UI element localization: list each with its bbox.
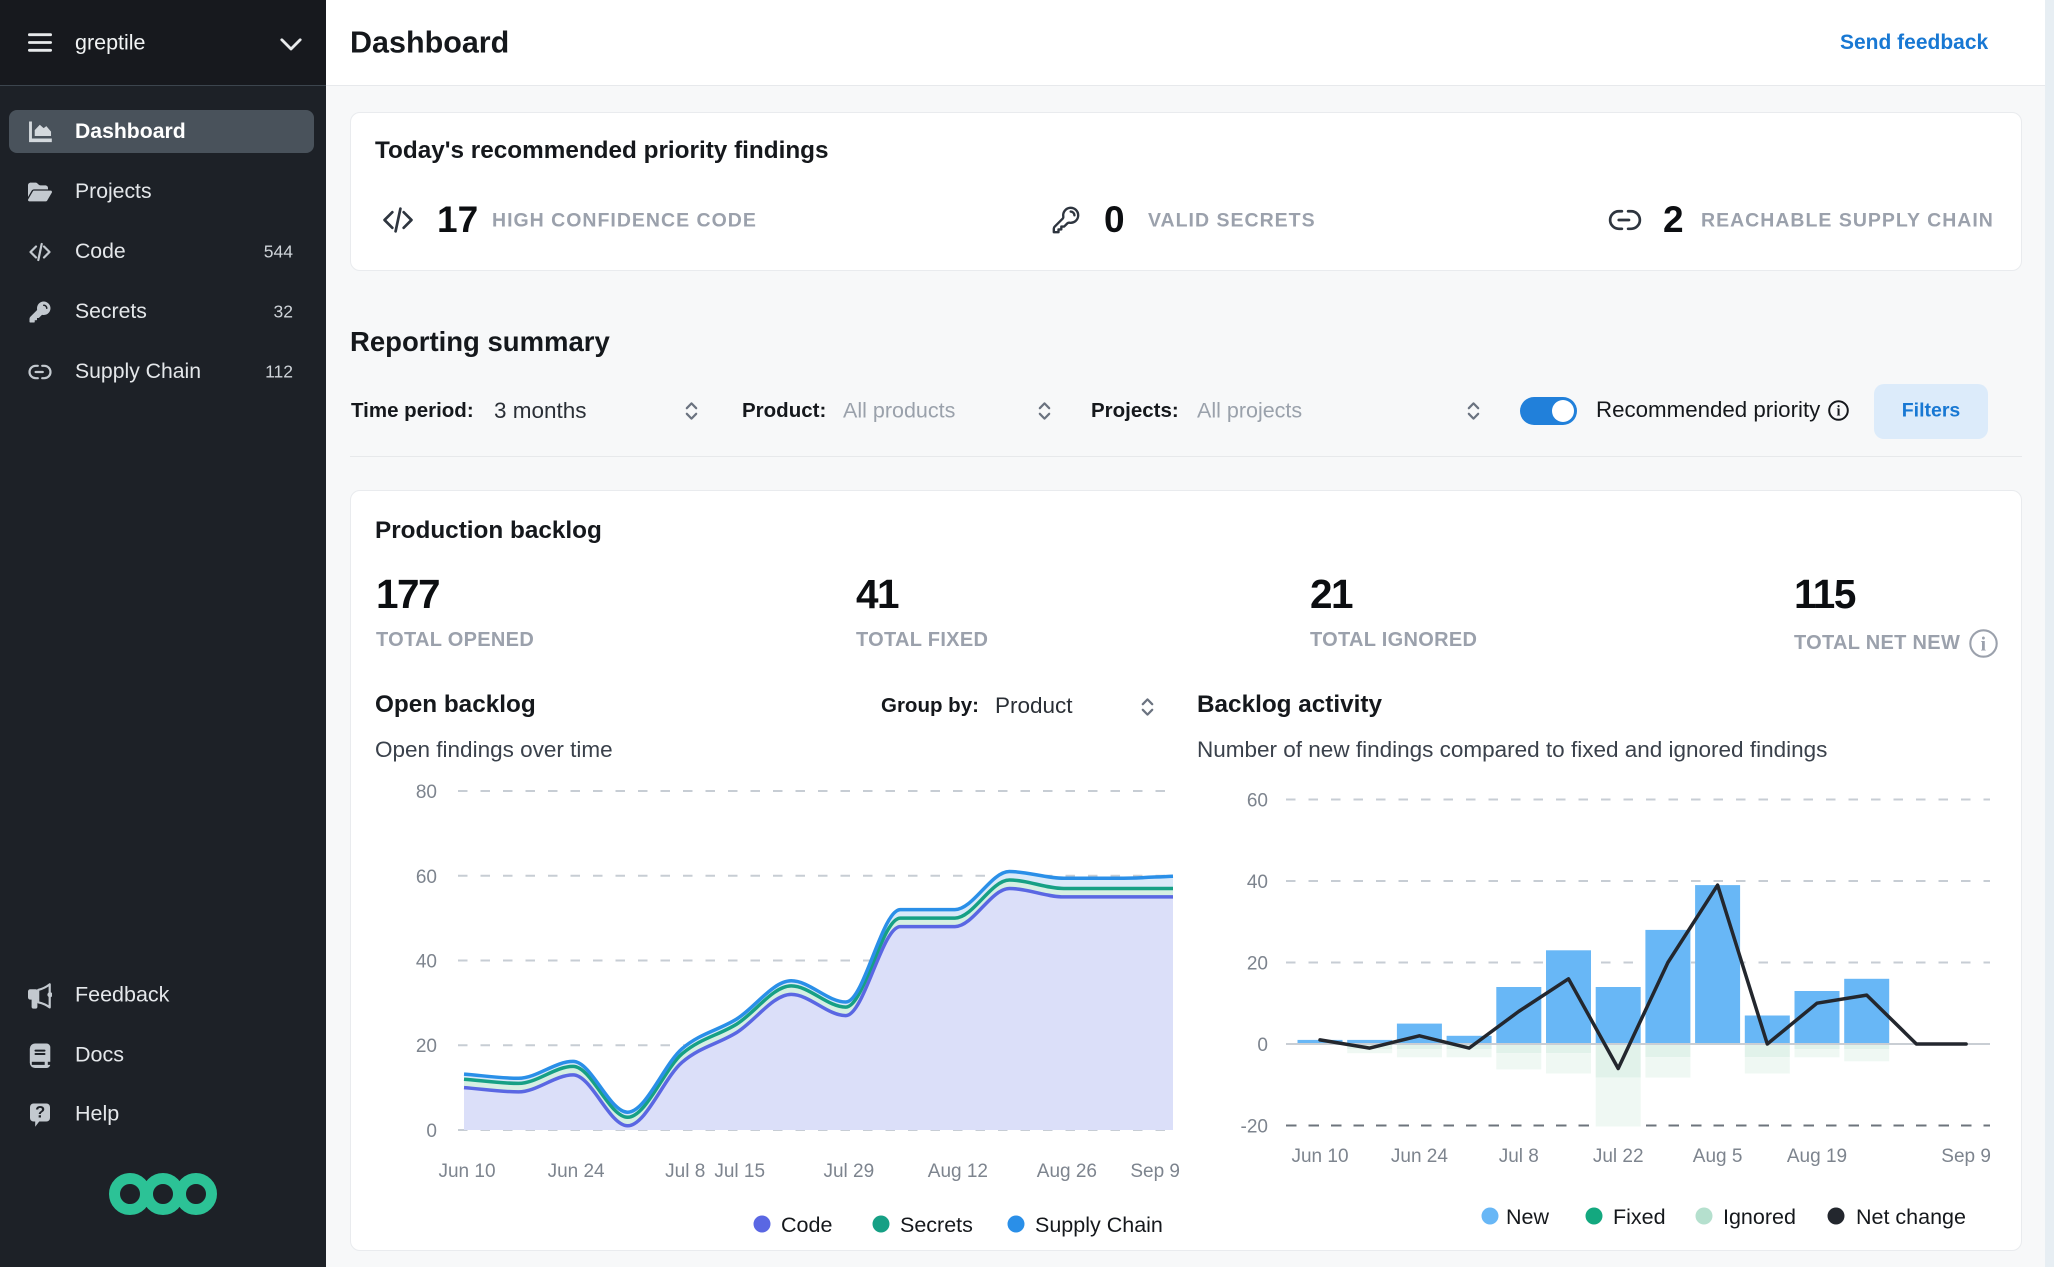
svg-text:20: 20 bbox=[1247, 954, 1268, 975]
svg-text:Secrets: Secrets bbox=[900, 1213, 973, 1237]
svg-text:i: i bbox=[1981, 634, 1987, 655]
svg-text:Sep 9: Sep 9 bbox=[1130, 1161, 1180, 1182]
svg-text:Jul 29: Jul 29 bbox=[823, 1161, 874, 1182]
svg-text:0: 0 bbox=[1257, 1035, 1268, 1056]
svg-text:New: New bbox=[1506, 1205, 1549, 1229]
svg-text:80: 80 bbox=[416, 782, 437, 803]
svg-text:Jun 10: Jun 10 bbox=[1291, 1146, 1348, 1167]
svg-text:Jul 8: Jul 8 bbox=[665, 1161, 705, 1182]
svg-text:Aug 26: Aug 26 bbox=[1037, 1161, 1097, 1182]
svg-text:40: 40 bbox=[1247, 872, 1268, 893]
svg-text:40: 40 bbox=[416, 952, 437, 973]
svg-text:Code: Code bbox=[781, 1213, 832, 1237]
svg-text:?: ? bbox=[35, 1104, 45, 1122]
svg-text:Net change: Net change bbox=[1856, 1205, 1966, 1229]
svg-text:Aug 19: Aug 19 bbox=[1787, 1146, 1847, 1167]
svg-text:Jul 15: Jul 15 bbox=[714, 1161, 765, 1182]
svg-text:60: 60 bbox=[1247, 791, 1268, 812]
svg-text:Aug 12: Aug 12 bbox=[928, 1161, 988, 1182]
svg-text:Aug 5: Aug 5 bbox=[1693, 1146, 1743, 1167]
svg-text:Jun 24: Jun 24 bbox=[548, 1161, 605, 1182]
svg-text:Jul 8: Jul 8 bbox=[1499, 1146, 1539, 1167]
svg-text:Fixed: Fixed bbox=[1613, 1205, 1666, 1229]
svg-text:0: 0 bbox=[426, 1121, 437, 1142]
svg-text:Sep 9: Sep 9 bbox=[1941, 1146, 1991, 1167]
svg-text:i: i bbox=[1836, 404, 1840, 420]
svg-text:60: 60 bbox=[416, 867, 437, 888]
svg-text:Jul 22: Jul 22 bbox=[1593, 1146, 1644, 1167]
svg-text:20: 20 bbox=[416, 1036, 437, 1057]
svg-text:Jun 24: Jun 24 bbox=[1391, 1146, 1448, 1167]
svg-text:-20: -20 bbox=[1241, 1117, 1268, 1138]
svg-text:Ignored: Ignored bbox=[1723, 1205, 1796, 1229]
svg-text:Jun 10: Jun 10 bbox=[438, 1161, 495, 1182]
svg-text:Supply Chain: Supply Chain bbox=[1035, 1213, 1163, 1237]
